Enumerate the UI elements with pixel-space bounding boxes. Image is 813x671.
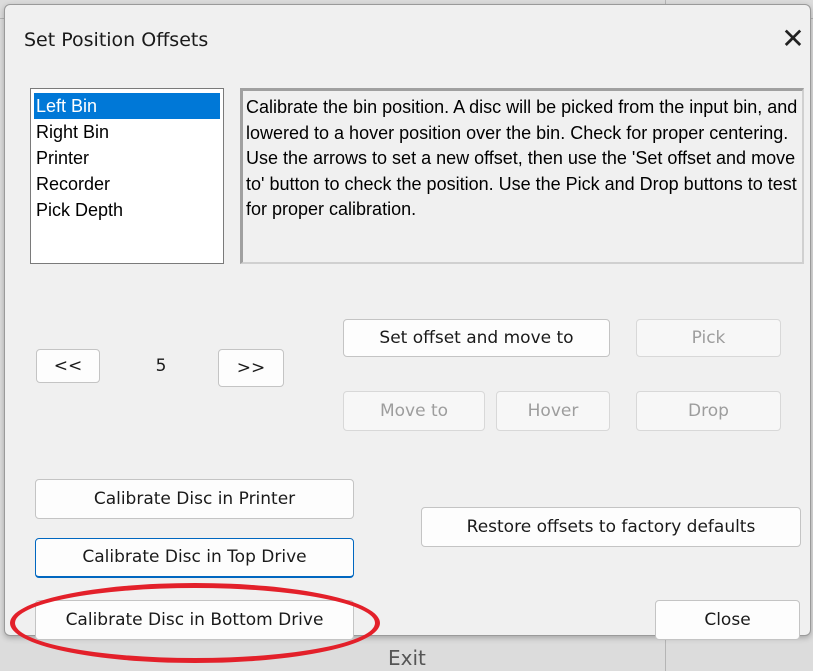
- instructions-text: Calibrate the bin position. A disc will …: [240, 88, 804, 264]
- calibrate-top-drive-button[interactable]: Calibrate Disc in Top Drive: [35, 538, 354, 578]
- position-listbox[interactable]: Left Bin Right Bin Printer Recorder Pick…: [30, 88, 224, 264]
- list-item-printer[interactable]: Printer: [34, 145, 220, 171]
- restore-factory-defaults-button[interactable]: Restore offsets to factory defaults: [421, 507, 801, 547]
- increment-button[interactable]: >>: [218, 349, 284, 387]
- drop-button[interactable]: Drop: [636, 391, 781, 431]
- close-button[interactable]: Close: [655, 600, 800, 640]
- list-item-right-bin[interactable]: Right Bin: [34, 119, 220, 145]
- dialog-title: Set Position Offsets: [24, 29, 209, 51]
- hover-button[interactable]: Hover: [496, 391, 610, 431]
- background-exit-text: Exit: [388, 646, 426, 670]
- decrement-button[interactable]: <<: [36, 349, 100, 383]
- close-icon[interactable]: ✕: [778, 22, 808, 56]
- list-item-recorder[interactable]: Recorder: [34, 171, 220, 197]
- move-to-button[interactable]: Move to: [343, 391, 485, 431]
- offset-value: 5: [155, 356, 167, 376]
- pick-button[interactable]: Pick: [636, 319, 781, 357]
- list-item-pick-depth[interactable]: Pick Depth: [34, 197, 220, 223]
- calibrate-printer-button[interactable]: Calibrate Disc in Printer: [35, 479, 354, 519]
- list-item-left-bin[interactable]: Left Bin: [34, 93, 220, 119]
- calibrate-bottom-drive-button[interactable]: Calibrate Disc in Bottom Drive: [35, 600, 354, 640]
- set-offset-and-move-to-button[interactable]: Set offset and move to: [343, 319, 610, 357]
